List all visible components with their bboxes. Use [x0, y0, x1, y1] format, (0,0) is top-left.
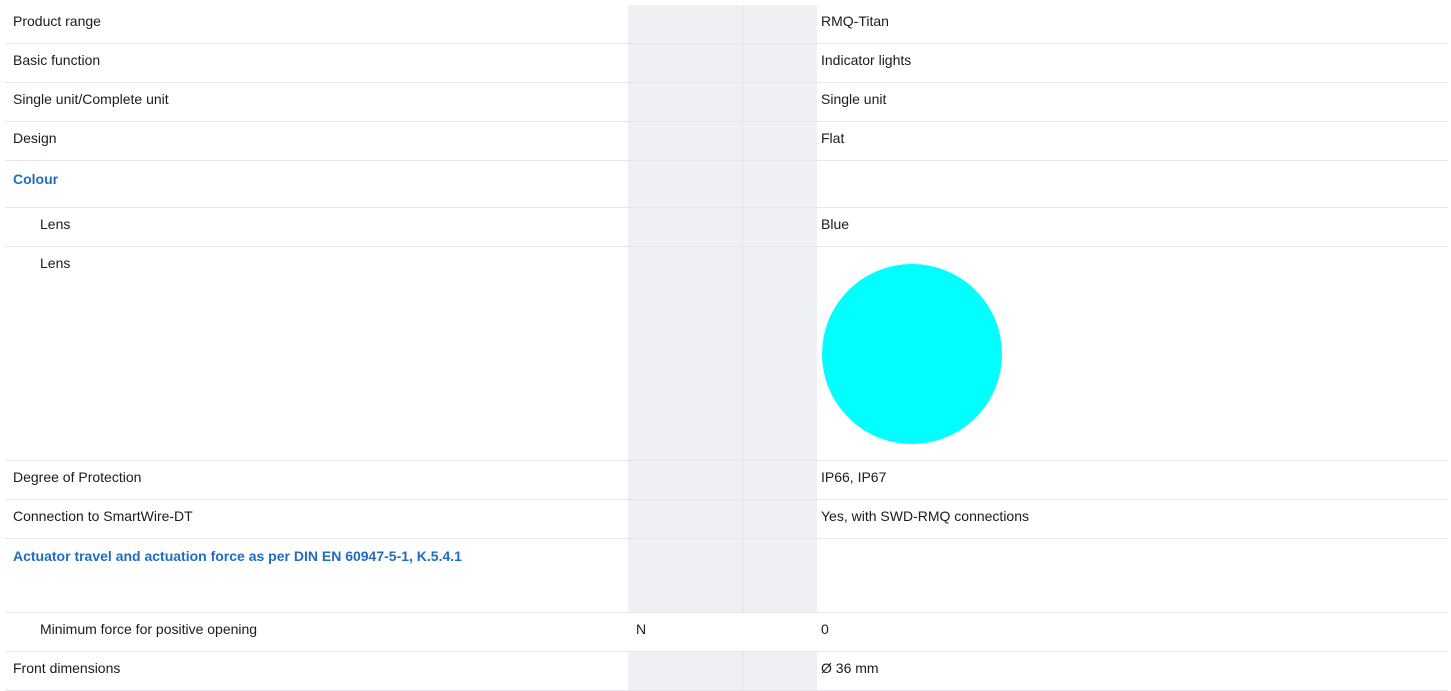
row-value-degree-of-protection: IP66, IP67 — [817, 460, 1448, 500]
section-title-actuator: Actuator travel and actuation force as p… — [5, 538, 628, 613]
table-row: Basic function Indicator lights — [5, 43, 1448, 83]
row-label-product-range: Product range — [5, 5, 628, 44]
row-value-front-dimensions: Ø 36 mm — [817, 651, 1448, 691]
row-label-design: Design — [5, 121, 628, 161]
row-unit — [628, 651, 743, 691]
row-label-smartwire: Connection to SmartWire-DT — [5, 499, 628, 539]
row-value-product-range: RMQ-Titan — [817, 5, 1448, 44]
row-label-min-force: Minimum force for positive opening — [5, 612, 628, 652]
row-value-design: Flat — [817, 121, 1448, 161]
row-label-single-unit: Single unit/Complete unit — [5, 82, 628, 122]
table-row: Lens — [5, 246, 1448, 461]
table-row: Front dimensions Ø 36 mm — [5, 651, 1448, 691]
table-row: Minimum force for positive opening N 0 — [5, 612, 1448, 652]
row-value-min-force: 0 — [817, 612, 1448, 652]
row-label-lens-image: Lens — [5, 246, 628, 461]
row-value-basic-function: Indicator lights — [817, 43, 1448, 83]
row-value-smartwire: Yes, with SWD-RMQ connections — [817, 499, 1448, 539]
row-label-front-dimensions: Front dimensions — [5, 651, 628, 691]
row-label-degree-of-protection: Degree of Protection — [5, 460, 628, 500]
section-header-row: Colour — [5, 160, 1448, 208]
row-unit — [628, 460, 743, 500]
section-title-colour: Colour — [5, 160, 628, 208]
row-value-lens: Blue — [817, 207, 1448, 247]
row-value-single-unit: Single unit — [817, 82, 1448, 122]
row-unit — [628, 82, 743, 122]
row-unit — [628, 5, 743, 44]
table-row: Connection to SmartWire-DT Yes, with SWD… — [5, 499, 1448, 539]
lens-colour-cell — [817, 246, 1448, 461]
row-unit — [628, 499, 743, 539]
table-row: Lens Blue — [5, 207, 1448, 247]
row-unit — [628, 43, 743, 83]
row-label-lens: Lens — [5, 207, 628, 247]
section-header-row: Actuator travel and actuation force as p… — [5, 538, 1448, 613]
table-row: Degree of Protection IP66, IP67 — [5, 460, 1448, 500]
row-unit — [628, 121, 743, 161]
table-row: Design Flat — [5, 121, 1448, 161]
spec-table: Product range RMQ-Titan Basic function I… — [5, 5, 1448, 691]
lens-colour-swatch — [822, 264, 1002, 444]
row-unit-min-force: N — [628, 612, 742, 652]
table-row: Single unit/Complete unit Single unit — [5, 82, 1448, 122]
table-row: Product range RMQ-Titan — [5, 5, 1448, 44]
row-label-basic-function: Basic function — [5, 43, 628, 83]
